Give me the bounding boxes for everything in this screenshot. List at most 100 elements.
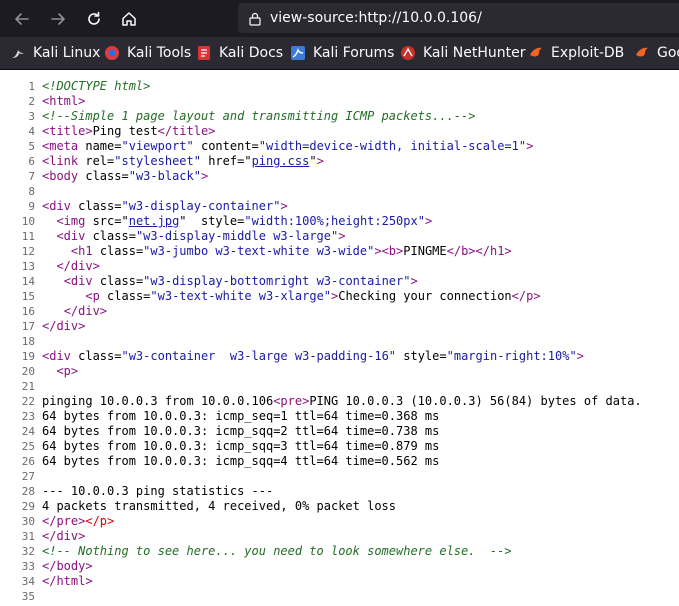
bookmark-kali-tools[interactable]: Kali Tools <box>104 37 191 69</box>
code-token: > <box>316 154 324 168</box>
code-token: </pre> <box>42 514 86 528</box>
source-code: <div class="w3-display-container"> <box>42 199 288 214</box>
code-token: <!--Simple 1 page layout and transmittin… <box>42 109 476 123</box>
code-token: =" <box>237 154 252 168</box>
line-number: 27 <box>21 470 35 483</box>
source-code: </pre></p> <box>42 514 114 529</box>
line-number: 16 <box>21 305 35 318</box>
source-code: <title>Ping test</title> <box>42 124 215 139</box>
code-token: </html> <box>42 574 93 588</box>
code-token: "margin-right:10%" <box>446 349 577 363</box>
line-number: 1 <box>28 80 35 93</box>
line-number: 23 <box>21 410 35 423</box>
bookmark-kali-linux[interactable]: Kali Linux <box>10 37 100 69</box>
source-code: <html> <box>42 94 85 109</box>
bookmark-exploit-db[interactable]: Exploit-DB <box>528 37 624 69</box>
line-number: 32 <box>21 545 35 558</box>
source-link[interactable]: ping.css <box>252 154 310 168</box>
code-token: content <box>193 139 252 153</box>
line-number: 20 <box>21 365 35 378</box>
code-token: =" <box>114 214 129 228</box>
reload-icon <box>88 11 100 25</box>
bookmark-kali-forums[interactable]: Kali Forums <box>290 37 394 69</box>
code-token: </p> <box>85 514 115 528</box>
source-code: 64 bytes from 10.0.0.3: icmp_sqq=3 ttl=6… <box>42 439 439 454</box>
code-token: = <box>114 139 122 153</box>
url-bar[interactable]: view-source:http://10.0.0.106/ <box>238 3 679 33</box>
code-token: <div <box>63 274 100 288</box>
code-token: <p> <box>56 364 79 378</box>
page-info-icon[interactable] <box>248 11 262 30</box>
code-token: PINGME <box>403 244 447 258</box>
source-code: 64 bytes from 10.0.0.3: icmp_sqq=2 ttl=6… <box>42 424 439 439</box>
line-number: 28 <box>21 485 35 498</box>
line-number: 6 <box>28 155 35 168</box>
arrow-left-icon <box>15 12 29 25</box>
code-token: <link <box>42 154 86 168</box>
code-token: PING 10.0.0.3 (10.0.0.3) 56(84) bytes of… <box>309 394 642 408</box>
source-code: <div class="w3-display-middle w3-large"> <box>42 229 345 244</box>
source-code: </div> <box>42 304 107 319</box>
bookmarks-toolbar: Kali Linux Kali Tools Kali Docs Kali For… <box>0 37 679 70</box>
code-token: style <box>200 214 238 228</box>
line-number: 26 <box>21 455 35 468</box>
source-code: 4 packets transmitted, 4 received, 0% pa… <box>42 499 396 514</box>
forward-button[interactable] <box>40 0 76 37</box>
code-token: "w3-container w3-large w3-padding-16" <box>121 349 397 363</box>
code-token: </b></h1> <box>446 244 512 258</box>
source-link[interactable]: net.jpg <box>129 214 180 228</box>
code-token: <img <box>56 214 93 228</box>
kali-forums-icon <box>290 45 306 61</box>
code-token: "w3-text-white w3-xlarge" <box>150 289 332 303</box>
code-token: href <box>200 154 238 168</box>
line-number: 33 <box>21 560 35 573</box>
code-token: <body <box>42 169 86 183</box>
line-number: 18 <box>21 335 35 348</box>
code-token: = <box>121 169 129 183</box>
code-token: <!DOCTYPE html> <box>42 79 151 93</box>
back-button[interactable] <box>4 0 40 37</box>
code-token: > <box>200 169 209 183</box>
code-token: style <box>396 349 440 363</box>
line-number: 31 <box>21 530 35 543</box>
code-token: rel <box>85 154 108 168</box>
line-number: 11 <box>21 230 35 243</box>
code-token: class <box>78 349 115 363</box>
code-token: <pre> <box>273 394 310 408</box>
bookmark-kali-docs[interactable]: Kali Docs <box>196 37 283 69</box>
code-token: "width:100%;height:250px" <box>244 214 425 228</box>
code-token: 64 bytes from 10.0.0.3: icmp_seq=1 ttl=6… <box>42 409 440 423</box>
reload-button[interactable] <box>76 0 112 37</box>
code-token: 64 bytes from 10.0.0.3: icmp_sqq=3 ttl=6… <box>42 439 440 453</box>
code-token: <title> <box>42 124 93 138</box>
source-code: <p class="w3-text-white w3-xlarge">Check… <box>42 289 540 304</box>
line-number: 22 <box>21 395 35 408</box>
google-hacking-db-icon <box>634 45 650 61</box>
bookmark-google-hacking-db[interactable]: Goo <box>634 37 679 69</box>
code-token: "width=device-width, initial-scale=1" <box>258 139 527 153</box>
line-number: 24 <box>21 425 35 438</box>
bookmark-kali-nethunter[interactable]: Kali NetHunter <box>400 37 525 69</box>
code-token: class <box>107 289 144 303</box>
code-token: </title> <box>157 124 216 138</box>
code-token: <p <box>85 289 108 303</box>
kali-nethunter-icon <box>400 45 416 61</box>
source-code: <img src="net.jpg" style="width:100%;hei… <box>42 214 432 229</box>
source-code: 64 bytes from 10.0.0.3: icmp_seq=1 ttl=6… <box>42 409 439 424</box>
source-code: </div> <box>42 319 85 334</box>
code-token: </div> <box>42 529 86 543</box>
line-number: 12 <box>21 245 35 258</box>
line-number: 35 <box>21 590 35 603</box>
code-token: 64 bytes from 10.0.0.3: icmp_sqq=4 ttl=6… <box>42 454 440 468</box>
source-code: </div> <box>42 259 99 274</box>
code-token: > <box>410 274 418 288</box>
code-token: class <box>99 244 136 258</box>
source-code: <!DOCTYPE html> <box>42 79 150 94</box>
kali-tools-icon <box>104 45 120 61</box>
home-button[interactable] <box>111 0 147 37</box>
source-code: <!-- Nothing to see here... you need to … <box>42 544 512 559</box>
code-token: </div> <box>42 319 86 333</box>
